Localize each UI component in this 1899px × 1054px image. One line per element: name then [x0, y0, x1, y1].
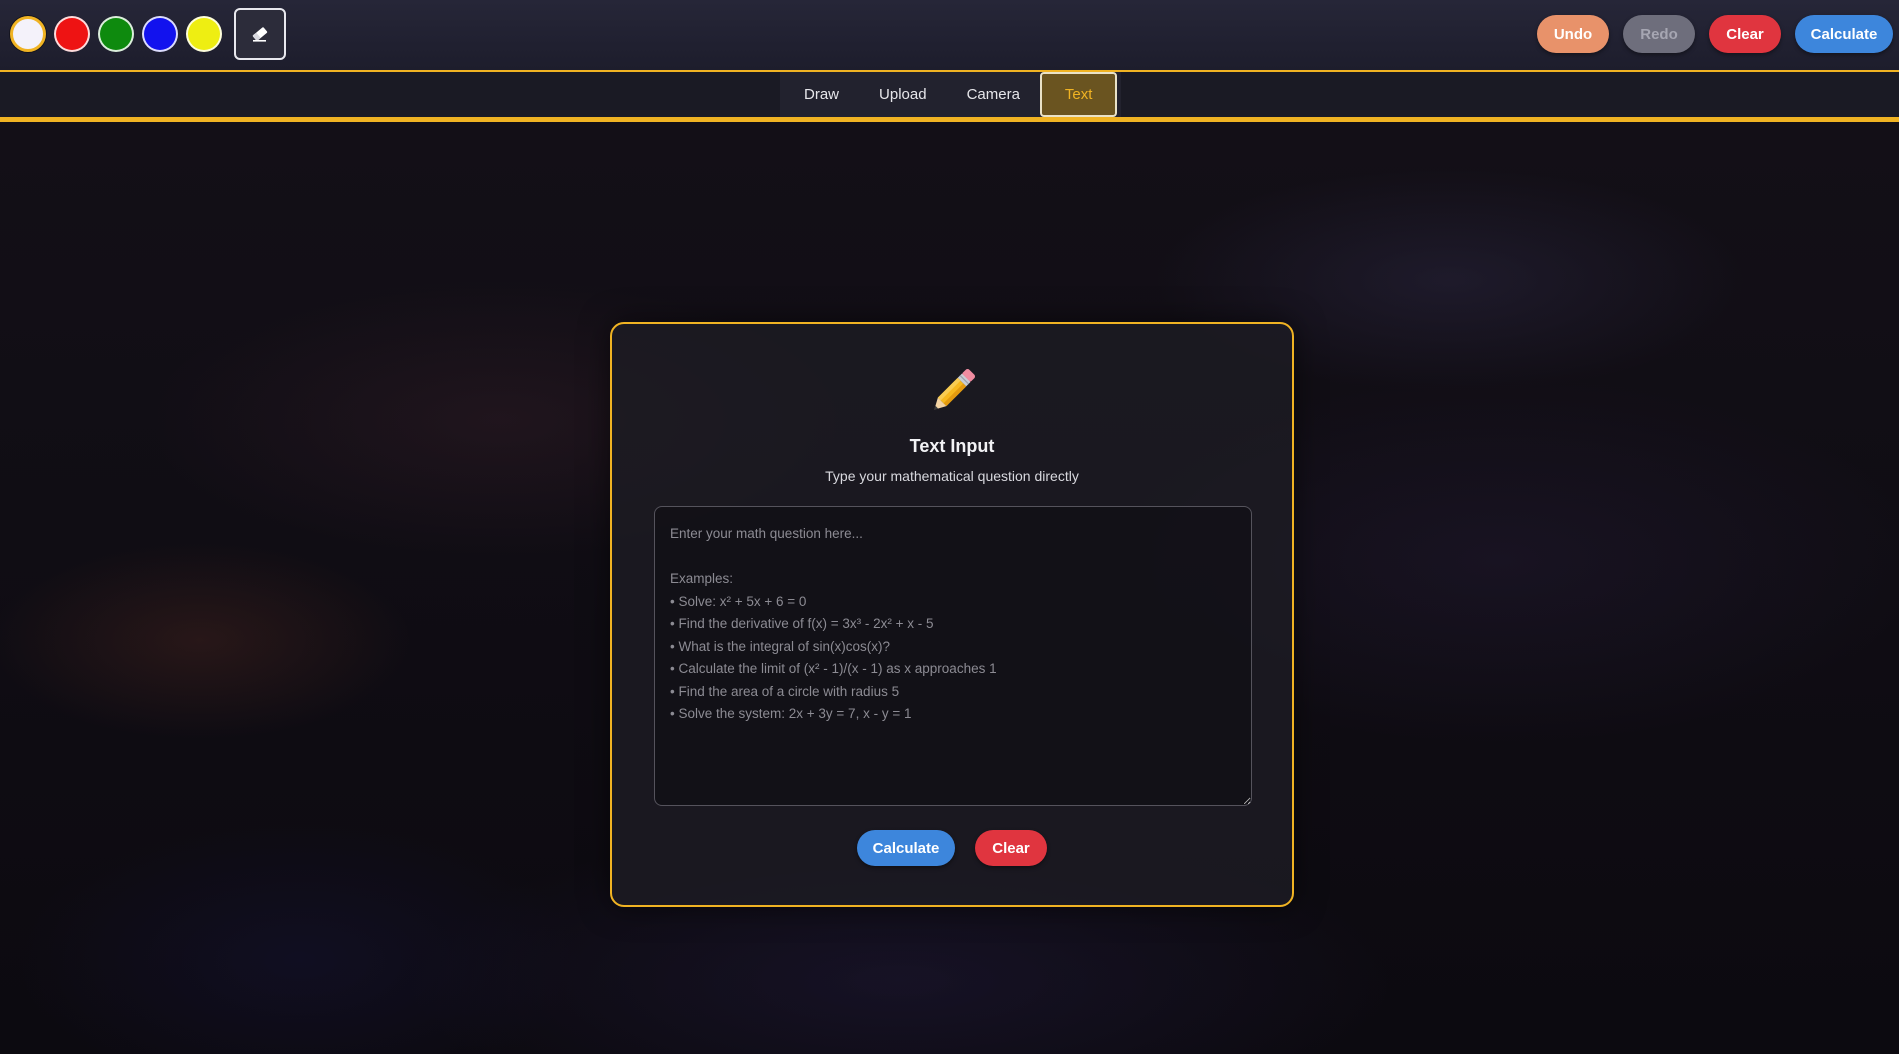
top-toolbar: Undo Redo Clear Calculate — [0, 0, 1899, 72]
toolbar-actions: Undo Redo Clear Calculate — [1537, 15, 1893, 53]
card-calculate-button[interactable]: Calculate — [857, 830, 955, 866]
redo-button[interactable]: Redo — [1623, 15, 1695, 53]
question-input-wrapper — [654, 506, 1252, 806]
text-input-card: Text Input Type your mathematical questi… — [610, 322, 1294, 907]
color-swatch-yellow[interactable] — [186, 16, 222, 52]
card-actions: Calculate Clear — [612, 830, 1292, 866]
mode-tabbar: Draw Upload Camera Text — [0, 72, 1899, 122]
tab-camera[interactable]: Camera — [947, 72, 1040, 117]
card-title: Text Input — [909, 436, 995, 456]
card-clear-button[interactable]: Clear — [975, 830, 1047, 866]
tab-text[interactable]: Text — [1039, 72, 1118, 117]
clear-button[interactable]: Clear — [1709, 15, 1781, 53]
color-palette — [10, 8, 286, 60]
calculate-button[interactable]: Calculate — [1795, 15, 1893, 53]
eraser-icon — [252, 27, 268, 42]
eraser-button[interactable] — [234, 8, 286, 60]
math-question-input[interactable] — [654, 506, 1252, 806]
color-swatch-red[interactable] — [54, 16, 90, 52]
color-swatch-blue[interactable] — [142, 16, 178, 52]
undo-button[interactable]: Undo — [1537, 15, 1609, 53]
mode-tabs: Draw Upload Camera Text — [780, 72, 1122, 117]
tab-draw[interactable]: Draw — [784, 72, 859, 117]
tab-upload[interactable]: Upload — [859, 72, 947, 117]
pencil-icon — [612, 362, 1292, 427]
color-swatch-white[interactable] — [10, 16, 46, 52]
card-subtitle: Type your mathematical question directly — [825, 468, 1079, 484]
color-swatch-green[interactable] — [98, 16, 134, 52]
